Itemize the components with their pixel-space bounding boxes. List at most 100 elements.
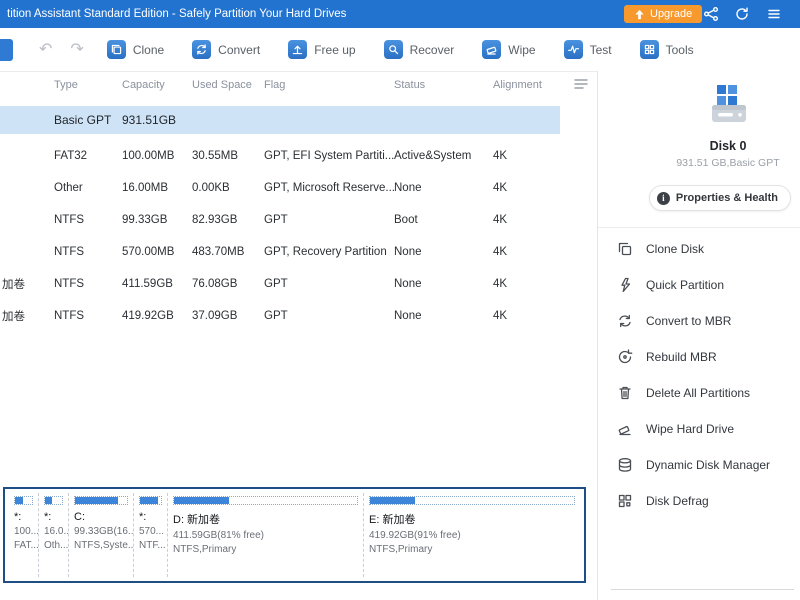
action-label: Quick Partition: [646, 278, 725, 292]
cell-status: None: [394, 246, 422, 258]
action-label: Rebuild MBR: [646, 350, 717, 364]
toolbar-label: Clone: [132, 42, 165, 57]
toolbar-button-recover[interactable]: Recover: [383, 40, 454, 59]
toolbar-button-freeup[interactable]: Free up: [288, 40, 356, 59]
action-quick-partition[interactable]: Quick Partition: [617, 267, 800, 303]
partition-row[interactable]: FAT32 100.00MB 30.55MB GPT, EFI System P…: [0, 140, 597, 172]
rebuild-mbr-icon: [618, 349, 633, 364]
column-header-type: Type: [54, 79, 78, 91]
block-label: E: 新加卷: [369, 514, 416, 526]
usage-bar: [139, 496, 162, 505]
action-rebuild-mbr[interactable]: Rebuild MBR: [617, 339, 800, 375]
block-label: D: 新加卷: [173, 514, 221, 526]
action-delete-all-partitions[interactable]: Delete All Partitions: [617, 375, 800, 411]
share-nodes-icon[interactable]: [703, 6, 719, 22]
disk-row-selected[interactable]: Basic GPT 931.51GB: [0, 106, 560, 134]
block-filesystem: NTFS,Primary: [173, 544, 237, 555]
trash-icon: [619, 386, 631, 400]
usage-bar-fill: [370, 497, 415, 504]
usage-bar: [369, 496, 575, 505]
toolbar-button-wipe[interactable]: Wipe: [482, 40, 536, 59]
undo-button[interactable]: ↶: [39, 41, 52, 58]
partition-row[interactable]: 加卷 NTFS 419.92GB 37.09GB GPT None 4K: [0, 300, 597, 332]
action-label: Wipe Hard Drive: [646, 422, 735, 436]
cell-flag: GPT: [264, 214, 288, 226]
info-icon: i: [656, 191, 670, 205]
block-size: 100...: [14, 526, 39, 537]
block-label: *:: [139, 511, 147, 523]
usage-bar: [173, 496, 358, 505]
cell-flag: GPT, Microsoft Reserve...: [264, 182, 394, 194]
action-wipe-hard-drive[interactable]: Wipe Hard Drive: [617, 411, 800, 447]
partition-row[interactable]: NTFS 99.33GB 82.93GB GPT Boot 4K: [0, 204, 597, 236]
cell-type: NTFS: [54, 278, 85, 290]
action-clone-disk[interactable]: Clone Disk: [617, 231, 800, 267]
action-disk-defrag[interactable]: Disk Defrag: [617, 483, 800, 519]
toolbar-button-convert[interactable]: Convert: [192, 40, 260, 59]
toolbar-button-test[interactable]: Test: [563, 40, 612, 59]
titlebar: tition Assistant Standard Edition - Safe…: [0, 0, 800, 28]
block-filesystem: NTF...: [139, 540, 166, 551]
cell-used: 483.70MB: [192, 246, 245, 258]
action-label: Convert to MBR: [646, 314, 732, 328]
cell-status: Boot: [394, 214, 418, 226]
column-options-icon[interactable]: [573, 77, 589, 94]
upgrade-label: Upgrade: [650, 8, 693, 20]
cell-capacity: 99.33GB: [122, 214, 168, 226]
cell-alignment: 4K: [493, 214, 508, 226]
refresh-icon[interactable]: [734, 6, 750, 22]
disk-map-block[interactable]: C: 99.33GB(16... NTFS,Syste...: [69, 493, 134, 577]
toolbar-label: Free up: [314, 42, 356, 57]
disk-map-block[interactable]: E: 新加卷 419.92GB(91% free) NTFS,Primary: [364, 493, 580, 577]
window-accent-stub: [0, 38, 13, 61]
disk-map-block[interactable]: D: 新加卷 411.59GB(81% free) NTFS,Primary: [168, 493, 364, 577]
partition-row[interactable]: NTFS 570.00MB 483.70MB GPT, Recovery Par…: [0, 236, 597, 268]
usage-bar-fill: [140, 497, 158, 504]
toolbar-button-tools[interactable]: Tools: [639, 40, 694, 59]
cell-capacity: 100.00MB: [122, 150, 175, 162]
cell-flag: GPT, Recovery Partition: [264, 246, 387, 258]
column-header-capacity: Capacity: [122, 79, 165, 91]
block-label: *:: [44, 511, 52, 523]
cell-status: None: [394, 310, 422, 322]
cell-alignment: 4K: [493, 150, 508, 162]
hamburger-menu-icon[interactable]: [766, 6, 782, 22]
table-header: Type Capacity Used Space Flag Status Ali…: [0, 72, 597, 98]
partition-row[interactable]: Other 16.00MB 0.00KB GPT, Microsoft Rese…: [0, 172, 597, 204]
partition-row[interactable]: 加卷 NTFS 411.59GB 76.08GB GPT None 4K: [0, 268, 597, 300]
upgrade-button[interactable]: Upgrade: [624, 5, 703, 23]
block-filesystem: FAT...: [14, 540, 39, 551]
convert-icon: [192, 40, 212, 59]
column-header-used-space: Used Space: [192, 79, 252, 91]
test-icon: [563, 40, 583, 59]
toolbar-label: Convert: [218, 42, 261, 57]
clone-disk-icon: [618, 242, 632, 256]
usage-bar-fill: [15, 497, 23, 504]
cell-type: NTFS: [54, 246, 85, 258]
partition-table: FAT32 100.00MB 30.55MB GPT, EFI System P…: [0, 140, 597, 332]
disk-row-type: Basic GPT: [54, 113, 112, 127]
action-list: Clone Disk Quick Partition Convert to MB…: [617, 231, 800, 519]
toolbar-button-clone[interactable]: Clone: [106, 40, 165, 59]
properties-health-button[interactable]: i Properties & Health: [648, 185, 791, 211]
usage-bar: [74, 496, 128, 505]
disk-map-block[interactable]: *: 570... NTF...: [134, 493, 168, 577]
block-size: 570...: [139, 526, 165, 537]
disk-name: Disk 0: [709, 139, 747, 153]
block-size: 419.92GB(91% free): [369, 530, 461, 541]
toolbar-label: Wipe: [508, 42, 536, 57]
block-size: 411.59GB(81% free): [173, 530, 264, 541]
block-filesystem: NTFS,Primary: [369, 544, 433, 555]
cell-alignment: 4K: [493, 310, 508, 322]
block-label: *:: [14, 511, 22, 523]
sidebar: Disk 0 931.51 GB,Basic GPT i Properties …: [598, 71, 800, 600]
cell-flag: GPT, EFI System Partiti...: [264, 150, 394, 162]
action-dynamic-disk-manager[interactable]: Dynamic Disk Manager: [617, 447, 800, 483]
cell-status: Active&System: [394, 150, 472, 162]
disk-map-block[interactable]: *: 100... FAT...: [9, 493, 39, 577]
action-convert-to-mbr[interactable]: Convert to MBR: [617, 303, 800, 339]
quick-partition-icon: [621, 277, 631, 293]
redo-button[interactable]: ↷: [70, 41, 83, 58]
wipe-icon: [482, 40, 502, 59]
disk-map-block[interactable]: *: 16.0... Oth...: [39, 493, 69, 577]
